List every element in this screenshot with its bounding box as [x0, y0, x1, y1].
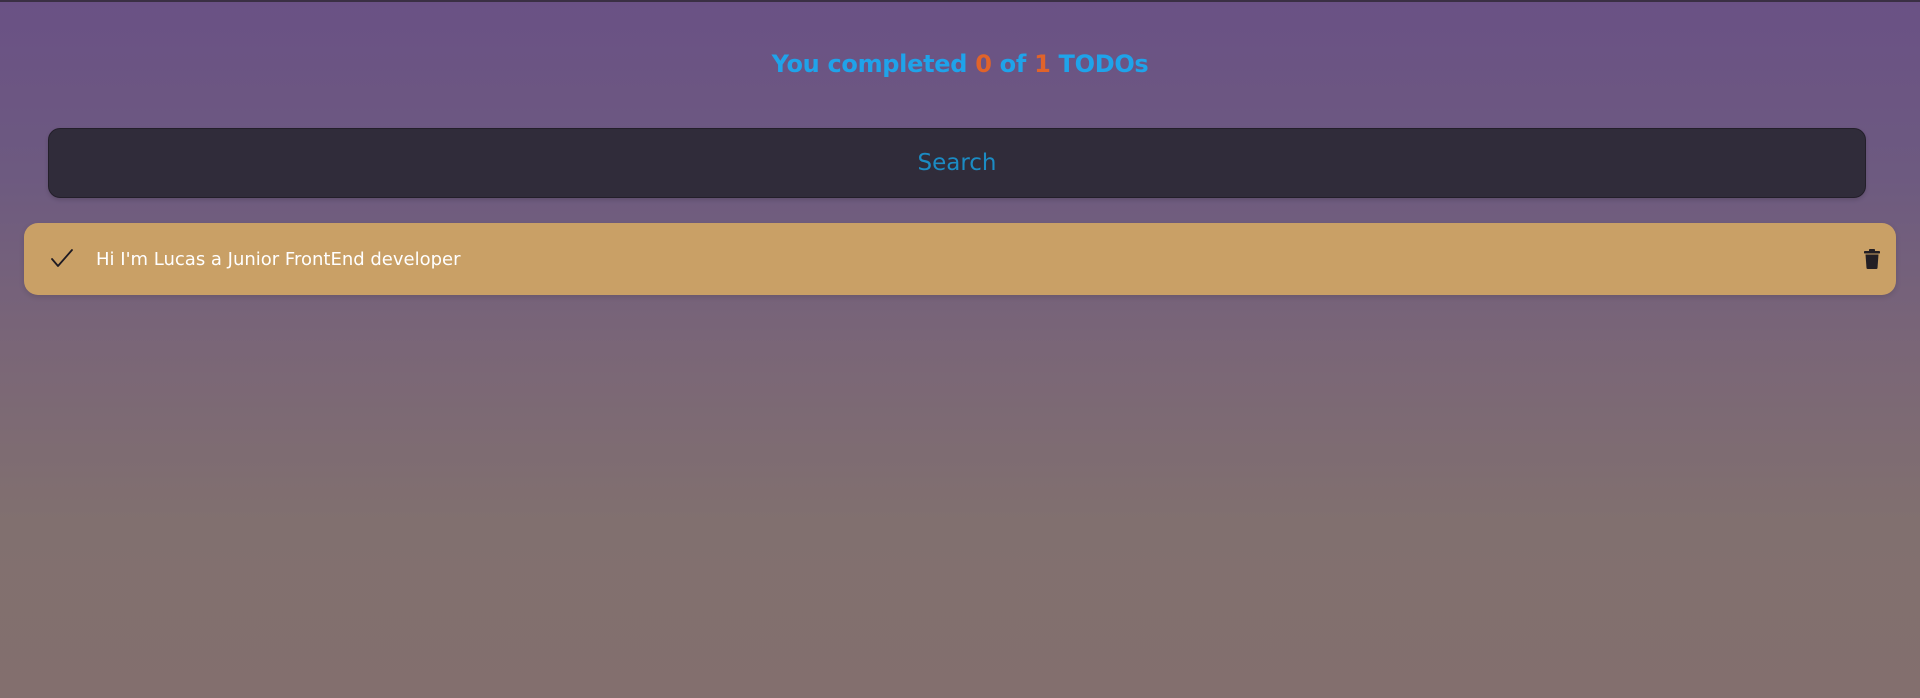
search-input[interactable] — [48, 128, 1866, 198]
trash-icon[interactable] — [1862, 248, 1882, 270]
check-icon[interactable] — [48, 245, 76, 273]
counter-prefix: You completed — [771, 50, 968, 78]
todo-list: Hi I'm Lucas a Junior FrontEnd developer — [24, 223, 1896, 295]
search-container — [48, 128, 1866, 198]
app-root: { "header": { "prefix": "You completed",… — [0, 0, 1920, 698]
completed-count: 0 — [975, 50, 992, 78]
counter-suffix: TODOs — [1058, 50, 1149, 78]
total-count: 1 — [1034, 50, 1051, 78]
todo-text: Hi I'm Lucas a Junior FrontEnd developer — [96, 248, 461, 270]
counter-of: of — [999, 50, 1027, 78]
todo-counter: You completed 0 of 1 TODOs — [0, 50, 1920, 78]
todo-item: Hi I'm Lucas a Junior FrontEnd developer — [24, 223, 1896, 295]
